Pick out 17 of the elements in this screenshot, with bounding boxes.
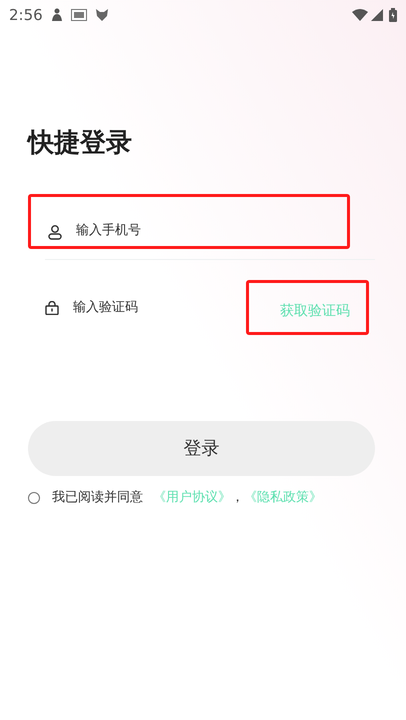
lock-icon <box>45 300 59 314</box>
phone-input-field[interactable]: 输入手机号 <box>76 220 276 240</box>
agree-radio[interactable] <box>28 492 40 504</box>
page-title: 快捷登录 <box>28 130 133 156</box>
code-input-field[interactable]: 输入验证码 <box>73 298 223 318</box>
login-button[interactable]: 登录 <box>28 421 375 476</box>
user-icon <box>48 225 62 240</box>
policy-link[interactable]: 《隐私政策》 <box>244 488 322 508</box>
battery-icon <box>389 8 397 22</box>
wifi-icon <box>352 9 368 21</box>
signal-icon <box>371 9 383 21</box>
agreement-text: 我已阅读并同意 <box>52 489 143 507</box>
policy-link[interactable]: 《用户协议》 <box>153 488 231 508</box>
status-time: 2:56 <box>9 4 43 26</box>
get-code-link[interactable]: 获取验证码 <box>246 280 369 335</box>
fox-icon <box>94 8 109 22</box>
separator-text: ， <box>231 489 244 507</box>
